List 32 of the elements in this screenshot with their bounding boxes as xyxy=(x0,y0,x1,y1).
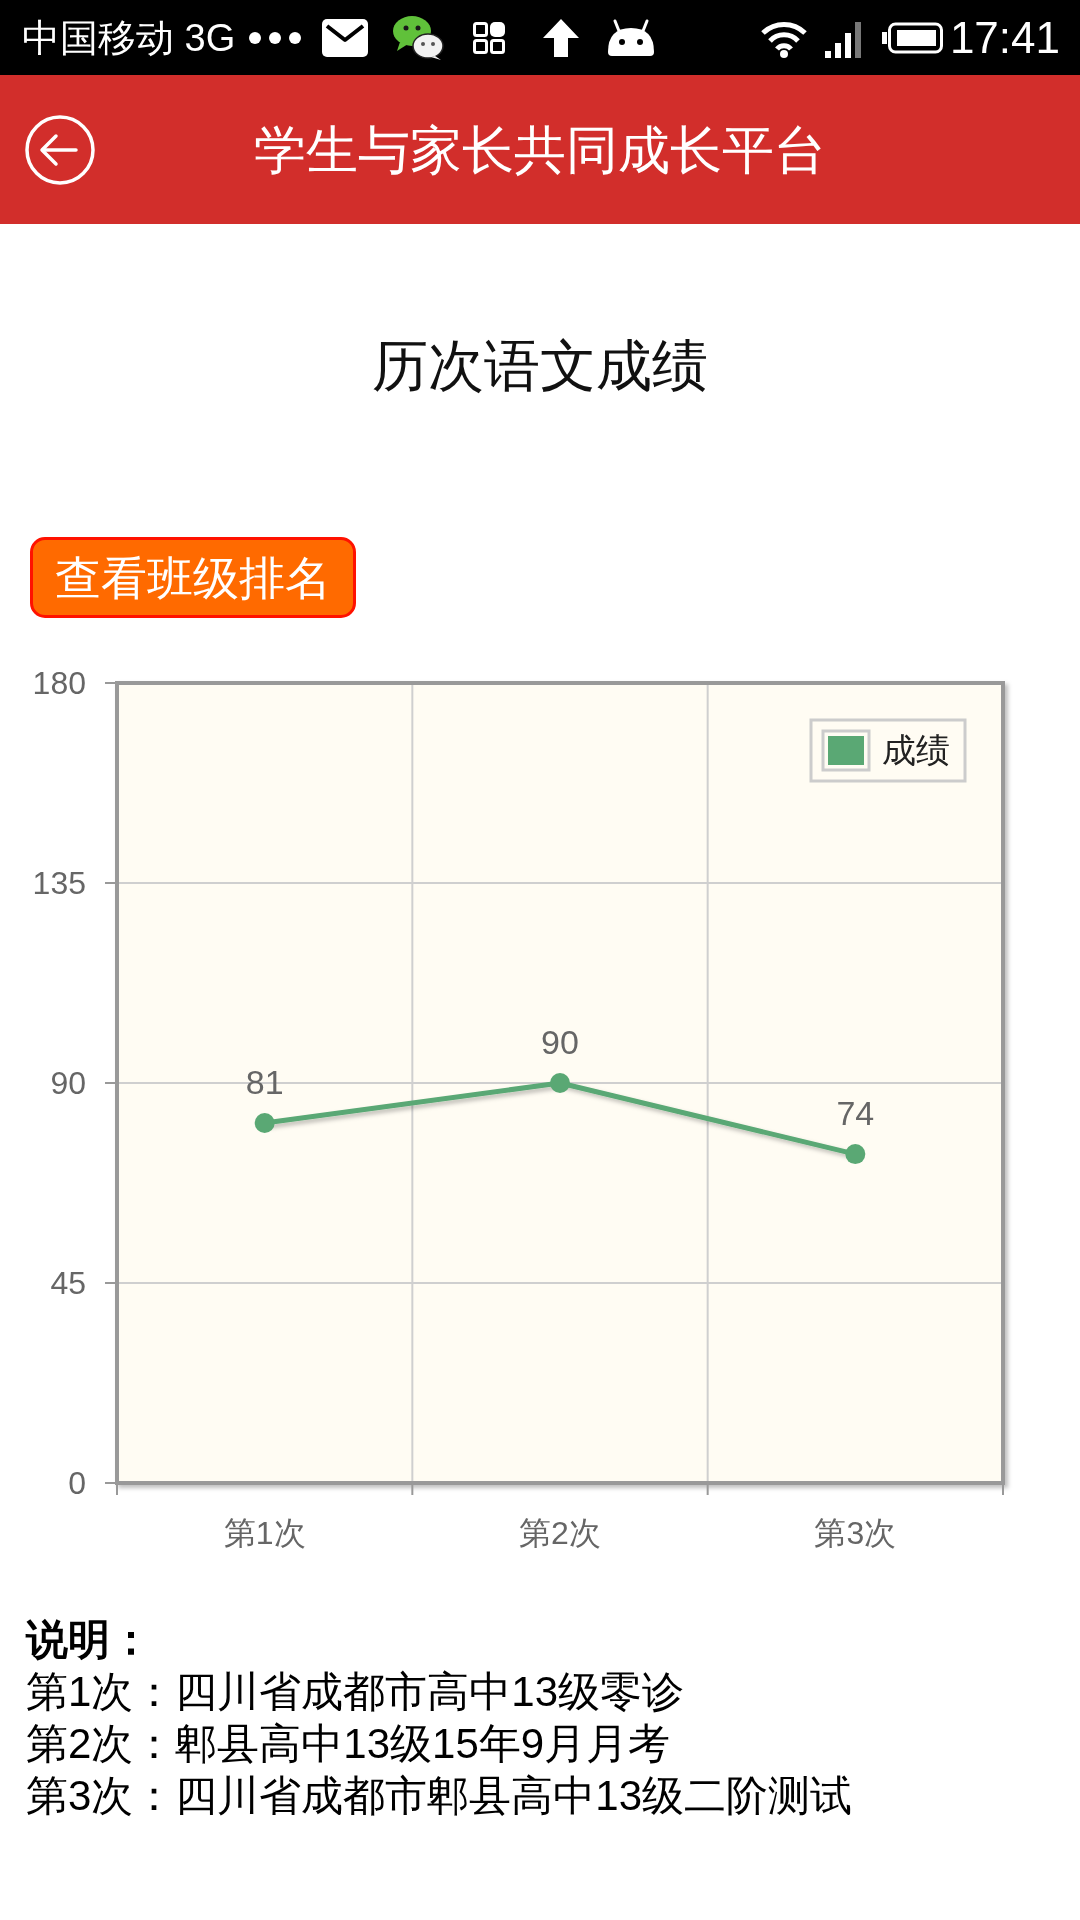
data-point xyxy=(254,1113,275,1133)
mail-icon xyxy=(322,18,369,57)
page-title: 历次语文成绩 xyxy=(372,334,708,398)
battery-icon xyxy=(881,21,944,54)
x-axis-label: 第3次 xyxy=(814,1515,897,1551)
more-dots-icon xyxy=(249,31,302,44)
back-icon[interactable] xyxy=(24,113,96,186)
data-label: 81 xyxy=(245,1063,284,1101)
apps-grid-icon xyxy=(473,21,506,54)
y-axis-label: 0 xyxy=(68,1465,86,1501)
y-axis-label: 180 xyxy=(32,665,86,701)
android-head-icon xyxy=(606,17,657,58)
x-axis-label: 第1次 xyxy=(223,1515,306,1551)
legend-label: 成绩 xyxy=(882,731,950,769)
y-axis-label: 90 xyxy=(50,1065,86,1101)
note-line: 第3次：四川省成都市郫县高中13级二阶测试 xyxy=(26,1771,853,1821)
clock-time: 17:41 xyxy=(949,12,1060,63)
upload-arrow-icon xyxy=(542,17,581,58)
notes-heading: 说明： xyxy=(26,1615,152,1665)
data-point xyxy=(550,1073,570,1093)
note-line: 第1次：四川省成都市高中13级零诊 xyxy=(26,1667,685,1717)
class-rank-button[interactable]: 查看班级排名 xyxy=(30,537,356,618)
carrier-label: 中国移动 3G xyxy=(22,15,236,60)
y-axis-label: 45 xyxy=(50,1265,86,1301)
x-axis-label: 第2次 xyxy=(519,1515,601,1551)
y-axis-label: 135 xyxy=(32,865,86,901)
data-label: 74 xyxy=(836,1094,875,1133)
header-title: 学生与家长共同成长平台 xyxy=(254,119,826,180)
note-line: 第2次：郫县高中13级15年9月月考 xyxy=(26,1719,671,1769)
chat-bubbles-icon xyxy=(392,14,445,61)
data-label: 90 xyxy=(541,1023,579,1061)
data-point xyxy=(845,1144,866,1165)
